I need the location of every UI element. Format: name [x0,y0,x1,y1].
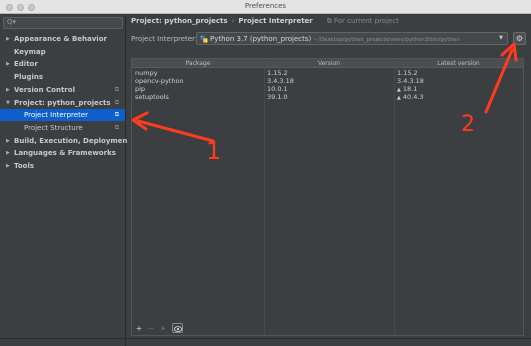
sidebar-item[interactable]: ▶ Tools [0,160,125,172]
upgrade-arrow-icon: ▲ [397,95,401,101]
python-icon [200,35,208,43]
project-scope-icon: ⧉ [326,17,334,25]
column-header-package[interactable]: Package [132,59,264,68]
eye-icon [173,325,182,332]
packages-table: Package Version Latest version numpy 1.15… [131,58,524,336]
add-package-button[interactable]: + [134,323,144,334]
project-scope-icon: ⧉ [114,123,119,131]
package-version-cell: 1.15.2 [267,69,288,77]
sidebar-item[interactable]: ▶ Languages & Frameworks [0,147,125,159]
show-early-releases-button[interactable] [172,323,183,333]
chevron-down-icon: ▼ [499,35,503,41]
sidebar-item-label: Editor [14,60,38,69]
interpreter-select[interactable]: Python 3.7 (python_projects) ~/Desktop/p… [196,32,508,45]
window-titlebar: Preferences [0,0,531,14]
latest-version-text: 18.1 [402,85,418,93]
sidebar-item[interactable]: Plugins [0,71,125,83]
sidebar-item-label: Build, Execution, Deployment [14,136,131,145]
sidebar-item-label: Tools [14,162,35,170]
breadcrumb-separator: › [231,17,235,25]
package-latest-cell: 3.4.3.18 [397,77,424,85]
package-latest-cell: 1.15.2 [397,69,418,77]
breadcrumb-project: Project: python_projects [131,17,228,25]
package-latest-cell: ▲ 18.1 [397,85,417,93]
chevron-right-icon[interactable]: ▶ [6,33,14,45]
sidebar-item-label: Plugins [14,73,44,82]
packages-table-header: Package Version Latest version [132,59,523,68]
sidebar-item-label: Appearance & Behavior [14,35,107,43]
project-scope-icon: ⧉ [114,85,119,93]
sidebar-item-label: Keymap [14,47,46,56]
project-scope-icon: ⧉ [114,111,119,119]
window-title: Preferences [244,2,287,10]
package-name-cell: numpy [135,69,158,77]
chevron-right-icon[interactable]: ▶ [6,147,14,159]
column-header-version[interactable]: Version [264,59,394,68]
table-row[interactable]: numpy 1.15.2 1.15.2 [132,69,523,77]
gear-icon: ⚙ [515,34,524,43]
package-version-cell: 39.1.0 [267,93,288,101]
sidebar-item-label: Languages & Frameworks [14,149,116,158]
sidebar-item-label: Version Control [14,85,75,94]
sidebar-item[interactable]: ▶ Build, Execution, Deployment [0,135,131,147]
latest-version-text: 3.4.3.18 [397,77,424,85]
sidebar-item-label: Project Structure [24,123,83,132]
scope-label: ⧉ For current project [326,17,399,25]
table-row[interactable]: pip 10.0.1 ▲ 18.1 [132,85,523,93]
package-version-cell: 10.0.1 [267,85,288,93]
window-bottom-border [0,338,531,339]
interpreter-path: ~/Desktop/python_projects/venv/python3/b… [313,37,460,43]
package-name-cell: setuptools [135,93,169,101]
chevron-down-icon[interactable]: ▼ [6,97,14,109]
sidebar-item[interactable]: ▶ Editor [0,58,125,70]
breadcrumb-page: Project Interpreter [238,17,313,25]
remove-package-button[interactable]: − [146,323,156,334]
sidebar-item[interactable]: Keymap [0,46,125,58]
chevron-right-icon[interactable]: ▶ [6,58,14,70]
settings-sidebar: Q▾ ▶ Appearance & Behavior Keymap ▶ Editor Pl… [0,14,131,346]
settings-search-input[interactable]: Q▾ [3,17,123,29]
latest-version-text: 1.15.2 [397,69,418,77]
table-row[interactable]: setuptools 39.1.0 ▲ 40.4.3 [132,93,523,101]
chevron-right-icon[interactable]: ▶ [6,160,14,172]
package-name-cell: pip [135,85,146,93]
interpreter-value: Python 3.7 (python_projects) [210,35,312,43]
sidebar-item-label: Project: python_projects [14,98,111,107]
sidebar-item[interactable]: ▼ Project: python_projects ⧉ [0,97,125,109]
package-version-cell: 3.4.3.18 [267,77,294,85]
sidebar-item[interactable]: ▶ Version Control ⧉ [0,84,125,96]
chevron-right-icon[interactable]: ▶ [6,135,14,147]
project-scope-icon: ⧉ [114,98,119,106]
chevron-right-icon[interactable]: ▶ [6,84,14,96]
project-interpreter-panel: Project: python_projects › Project Interpr… [127,14,531,346]
table-row[interactable]: opencv-python 3.4.3.18 3.4.3.18 [132,77,523,85]
sidebar-item[interactable]: Project Interpreter ⧉ [0,109,125,122]
interpreter-settings-button[interactable]: ⚙ [513,32,526,45]
sidebar-item[interactable]: ▶ Appearance & Behavior [0,33,125,45]
upgrade-package-button[interactable]: ▲ [158,323,168,334]
breadcrumb: Project: python_projects › Project Interpr… [131,17,399,27]
sidebar-item[interactable]: Project Structure ⧉ [0,122,125,134]
column-header-latest[interactable]: Latest version [394,59,523,68]
interpreter-label: Project Interpreter: [131,35,198,43]
search-icon: Q▾ [7,18,17,26]
latest-version-text: 40.4.3 [402,93,424,101]
package-name-cell: opencv-python [135,77,184,85]
sidebar-item-label: Project Interpreter [24,111,89,120]
package-latest-cell: ▲ 40.4.3 [397,93,424,101]
